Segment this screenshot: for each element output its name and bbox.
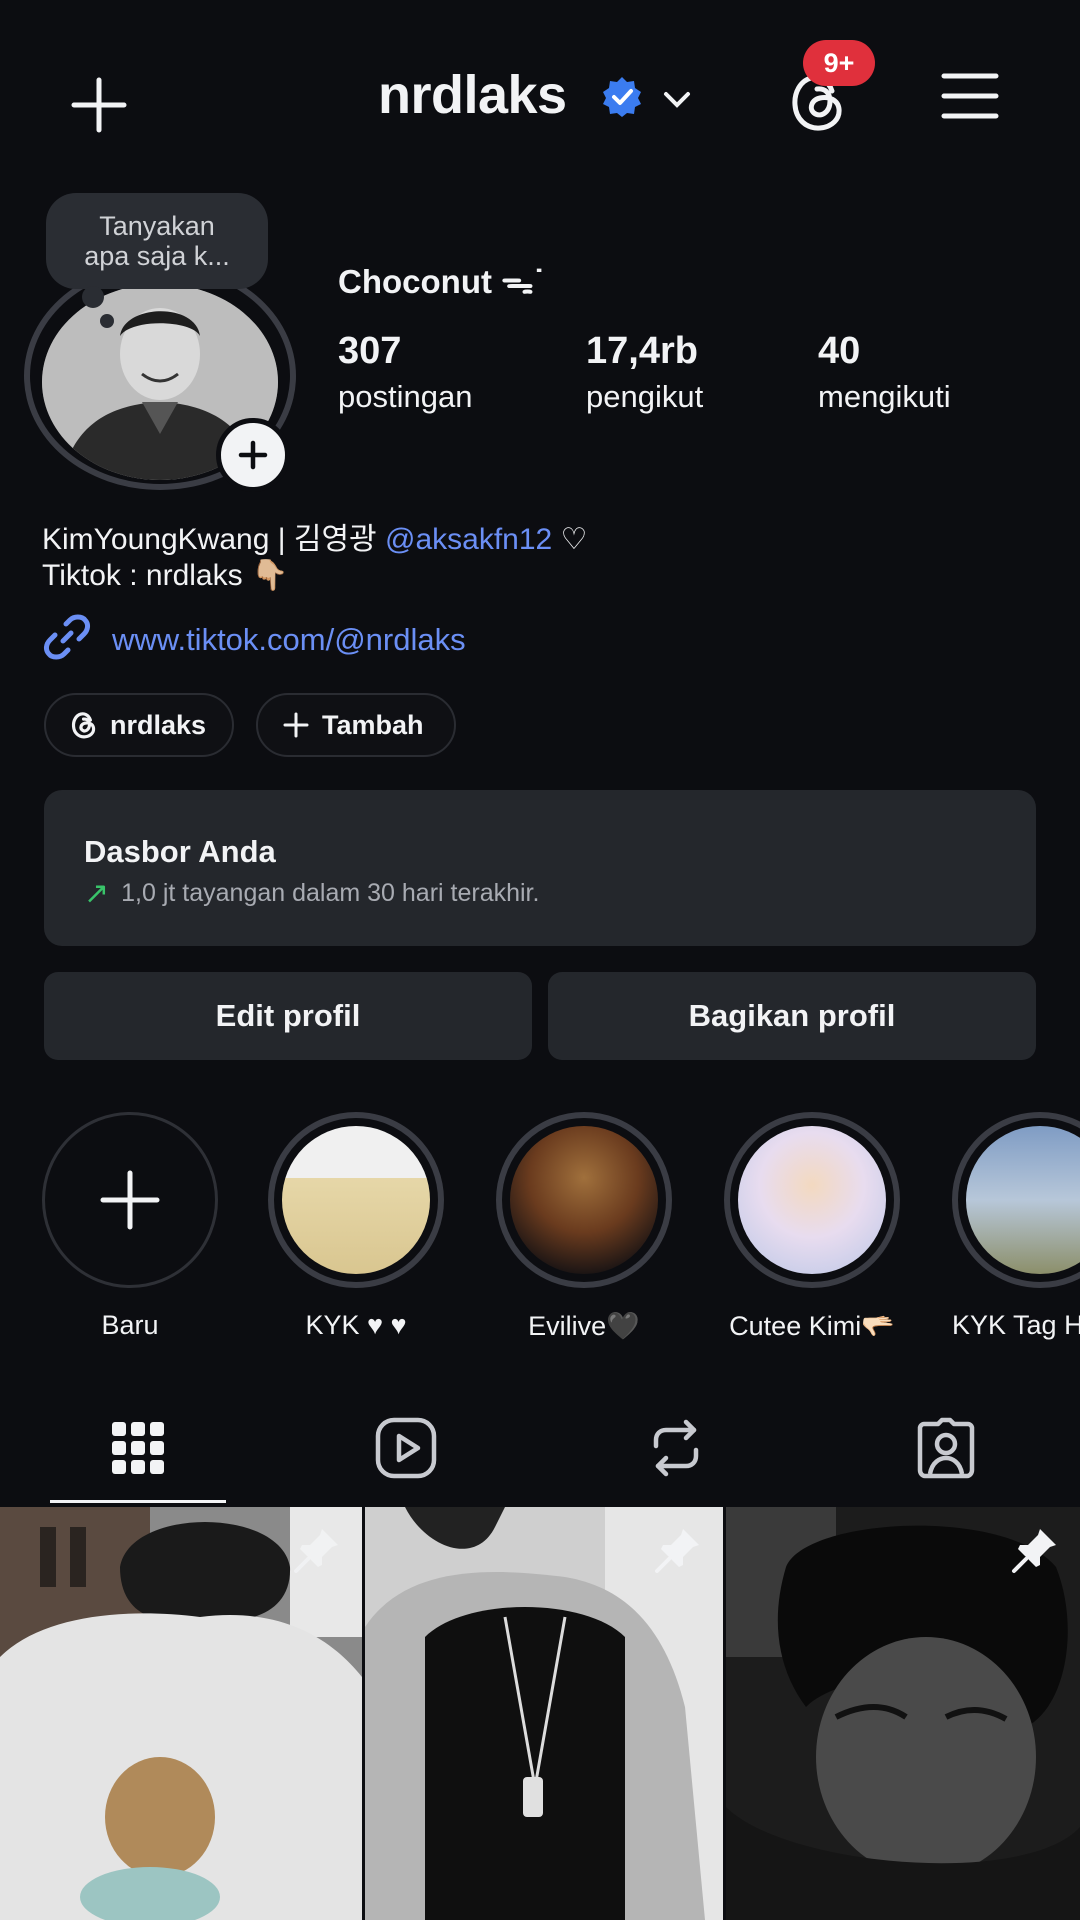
- dashboard-subtitle: ↗ 1,0 jt tayangan dalam 30 hari terakhir…: [84, 876, 539, 911]
- note-bubble[interactable]: Tanyakan apa saja k...: [46, 193, 268, 289]
- tab-posts-grid[interactable]: [98, 1408, 178, 1488]
- verified-badge-icon: [600, 75, 644, 119]
- highlight-cover: [738, 1126, 886, 1274]
- share-profile-button[interactable]: Bagikan profil: [548, 972, 1036, 1060]
- note-bubble-line1: Tanyakan: [99, 211, 215, 241]
- stat-followers-value: 17,4rb: [586, 330, 698, 372]
- post-thumbnail[interactable]: [726, 1507, 1080, 1920]
- tab-tagged[interactable]: [906, 1408, 986, 1488]
- grid-icon: [112, 1422, 164, 1474]
- dashboard-title: Dasbor Anda: [84, 834, 276, 869]
- plus-icon: [100, 1170, 160, 1230]
- post-thumbnail[interactable]: [365, 1507, 723, 1920]
- repost-icon: [653, 1419, 699, 1477]
- bio-line-1: KimYoungKwang | 김영광 @aksakfn12 ♡: [42, 514, 587, 558]
- stat-following[interactable]: 40 mengikuti: [818, 330, 951, 415]
- top-bar: nrdlaks 9+: [0, 0, 1080, 200]
- add-link-chip-label: Tambah: [322, 709, 424, 740]
- note-bubble-line2: apa saja k...: [84, 241, 230, 271]
- stat-followers-label: pengikut: [586, 379, 704, 414]
- stat-posts-label: postingan: [338, 379, 473, 414]
- tagged-person-icon: [917, 1417, 975, 1479]
- highlight-new-ring: [42, 1112, 218, 1288]
- highlight-cover: [966, 1126, 1080, 1274]
- highlight-ring: [952, 1112, 1080, 1288]
- threads-icon: [70, 710, 98, 740]
- bio-link[interactable]: www.tiktok.com/@nrdlaks: [42, 612, 466, 667]
- highlight-ring: [268, 1112, 444, 1288]
- highlight-label: Baru: [101, 1310, 159, 1340]
- create-plus-icon[interactable]: [64, 70, 134, 140]
- highlight-label: Evilive🖤: [528, 1311, 640, 1341]
- tab-reposts[interactable]: [636, 1408, 716, 1488]
- professional-dashboard-card[interactable]: Dasbor Anda ↗ 1,0 jt tayangan dalam 30 h…: [44, 790, 1036, 946]
- pin-icon: [294, 1529, 338, 1573]
- highlight-label: KYK Tag H: [952, 1310, 1080, 1340]
- account-switch-chevron-down-icon[interactable]: [660, 84, 694, 114]
- stat-following-label: mengikuti: [818, 379, 951, 414]
- note-bubble-tail: [82, 286, 104, 308]
- reels-play-icon: [375, 1417, 437, 1479]
- pin-icon: [655, 1529, 699, 1573]
- plus-icon: [282, 711, 310, 739]
- trend-up-arrow-icon: ↗: [84, 877, 110, 910]
- highlight-item[interactable]: Cutee Kimi🫳🏻: [724, 1112, 900, 1342]
- edit-profile-button[interactable]: Edit profil: [44, 972, 532, 1060]
- link-icon: [42, 612, 92, 667]
- tab-reels[interactable]: [366, 1408, 446, 1488]
- highlight-label: KYK ♥ ♥: [305, 1310, 407, 1340]
- highlight-item[interactable]: Evilive🖤: [496, 1112, 672, 1342]
- highlight-ring: [496, 1112, 672, 1288]
- bio-text: KimYoungKwang | 김영광: [42, 523, 385, 556]
- highlight-label: Cutee Kimi🫳🏻: [729, 1311, 895, 1341]
- bio-link-text[interactable]: www.tiktok.com/@nrdlaks: [112, 622, 466, 658]
- username-title[interactable]: nrdlaks: [378, 64, 567, 126]
- pin-icon: [1012, 1529, 1056, 1573]
- highlight-item[interactable]: KYK Tag H: [952, 1112, 1080, 1341]
- highlight-cover: [282, 1126, 430, 1274]
- notification-badge: 9+: [803, 40, 875, 86]
- stat-posts[interactable]: 307 postingan: [338, 330, 472, 415]
- highlight-new[interactable]: Baru: [42, 1112, 218, 1341]
- threads-chip-label: nrdlaks: [110, 709, 207, 740]
- note-bubble-tail-small: [100, 314, 114, 328]
- post-thumbnail[interactable]: [0, 1507, 362, 1920]
- add-link-chip[interactable]: Tambah: [256, 693, 456, 757]
- dashboard-subtitle-text: 1,0 jt tayangan dalam 30 hari terakhir.: [121, 879, 540, 907]
- bio-mention-link[interactable]: @aksakfn12: [385, 523, 552, 556]
- add-story-plus-button[interactable]: [216, 418, 290, 492]
- stat-following-value: 40: [818, 330, 861, 372]
- highlight-ring: [724, 1112, 900, 1288]
- threads-chip[interactable]: nrdlaks: [44, 693, 234, 757]
- stat-posts-value: 307: [338, 330, 402, 372]
- display-name: Choconut ᯓ˙: [338, 263, 545, 300]
- stat-followers[interactable]: 17,4rb pengikut: [586, 330, 703, 415]
- active-tab-indicator: [50, 1500, 226, 1503]
- menu-hamburger-icon[interactable]: [938, 64, 1002, 128]
- highlight-item[interactable]: KYK ♥ ♥: [268, 1112, 444, 1341]
- bio-heart: ♡: [552, 523, 588, 556]
- highlight-cover: [510, 1126, 658, 1274]
- bio-line-2: Tiktok : nrdlaks 👇🏼: [42, 559, 289, 592]
